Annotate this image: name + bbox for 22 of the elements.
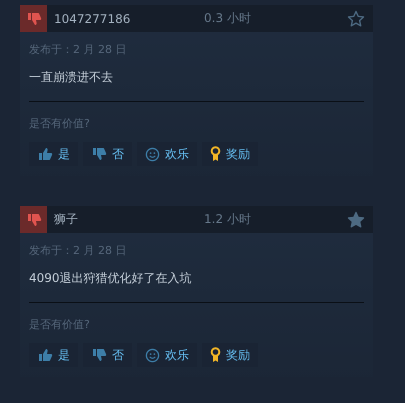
thumbs-down-icon <box>26 10 42 26</box>
review-text: 一直崩溃进不去 <box>29 69 114 86</box>
thumbs-up-icon <box>37 146 53 162</box>
author-name[interactable]: 1047277186 <box>54 12 204 26</box>
author-name[interactable]: 狮子 <box>54 211 204 228</box>
thumbs-up-icon <box>37 347 53 363</box>
playtime: 0.3 小时 <box>204 10 252 27</box>
award-ribbon-icon <box>210 146 221 162</box>
thumbs-down-icon <box>91 146 107 162</box>
star-icon[interactable] <box>347 210 365 228</box>
post-date: 发布于：2 月 28 日 <box>29 42 128 57</box>
helpful-prompt: 是否有价值? <box>29 116 91 131</box>
smiley-icon <box>145 348 160 362</box>
post-date: 发布于：2 月 28 日 <box>29 243 128 258</box>
star-icon[interactable] <box>347 10 365 28</box>
award-ribbon-icon <box>210 347 221 363</box>
thumbs-down-icon <box>91 347 107 363</box>
thumbs-down-icon <box>26 212 42 228</box>
playtime: 1.2 小时 <box>204 211 252 228</box>
review-text: 4090退出狩猎优化好了在入坑 <box>29 270 193 287</box>
helpful-prompt: 是否有价值? <box>29 317 91 332</box>
smiley-icon <box>145 146 160 162</box>
